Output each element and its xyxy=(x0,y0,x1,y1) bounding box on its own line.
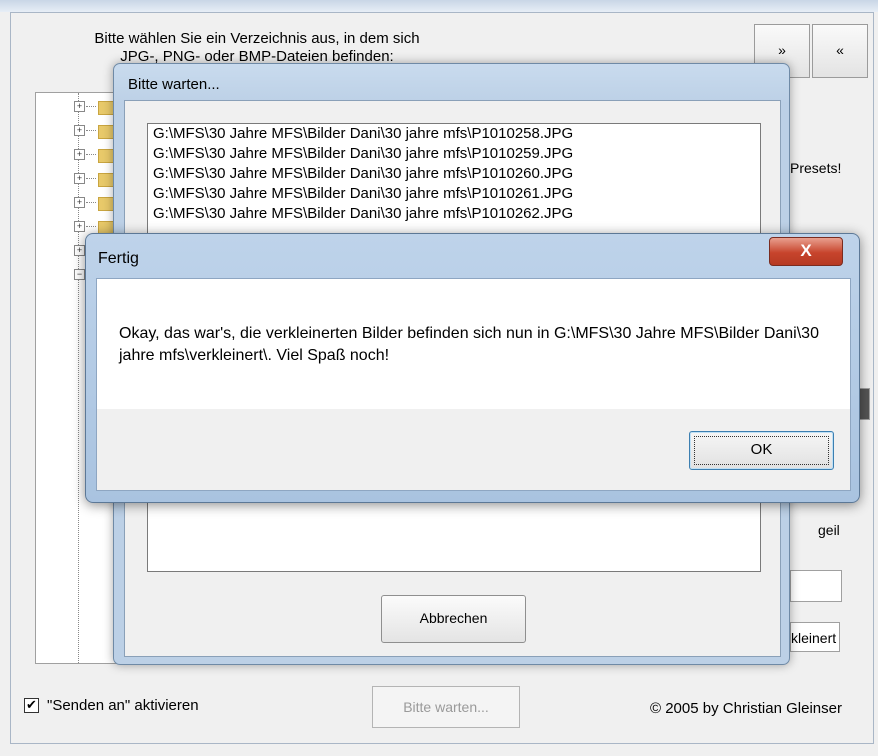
copyright-text: © 2005 by Christian Gleinser xyxy=(650,700,842,717)
done-message: Okay, das war's, die verkleinerten Bilde… xyxy=(119,325,819,364)
done-dialog-body: Okay, das war's, die verkleinerten Bilde… xyxy=(96,278,851,491)
sendto-label: "Senden an" aktivieren xyxy=(47,697,199,714)
wait-dialog-title: Bitte warten... xyxy=(128,76,220,93)
list-item[interactable]: G:\MFS\30 Jahre MFS\Bilder Dani\30 jahre… xyxy=(148,204,760,224)
message-area: Okay, das war's, die verkleinerten Bilde… xyxy=(97,279,850,409)
instructions-line-1: Bitte wählen Sie ein Verzeichnis aus, in… xyxy=(94,30,420,47)
tree-dots xyxy=(86,202,96,203)
abort-button[interactable]: Abbrechen xyxy=(381,595,526,643)
expand-plus-icon[interactable]: + xyxy=(74,197,85,208)
collapse-minus-icon[interactable]: − xyxy=(74,269,85,280)
title-bar-strip xyxy=(0,0,878,12)
presets-label: Presets! xyxy=(790,160,842,176)
tree-dots xyxy=(86,154,96,155)
expand-plus-icon[interactable]: + xyxy=(74,221,85,232)
sendto-option[interactable]: ✔ "Senden an" aktivieren xyxy=(24,697,199,714)
wait-button: Bitte warten... xyxy=(372,686,520,728)
tree-dots xyxy=(86,106,96,107)
tree-dots xyxy=(86,130,96,131)
tree-dots xyxy=(86,226,96,227)
list-item[interactable]: G:\MFS\30 Jahre MFS\Bilder Dani\30 jahre… xyxy=(148,144,760,164)
back-button[interactable]: « xyxy=(812,24,868,78)
tree-dots xyxy=(86,178,96,179)
list-item[interactable]: G:\MFS\30 Jahre MFS\Bilder Dani\30 jahre… xyxy=(148,124,760,144)
list-item[interactable]: G:\MFS\30 Jahre MFS\Bilder Dani\30 jahre… xyxy=(148,184,760,204)
done-dialog: Fertig X Okay, das war's, die verkleiner… xyxy=(85,233,860,503)
expand-plus-icon[interactable]: + xyxy=(74,173,85,184)
expand-plus-icon[interactable]: + xyxy=(74,125,85,136)
expand-plus-icon[interactable]: + xyxy=(74,245,85,256)
geil-label: geil xyxy=(818,522,840,538)
expand-plus-icon[interactable]: + xyxy=(74,149,85,160)
ok-button[interactable]: OK xyxy=(689,431,834,470)
sendto-checkbox[interactable]: ✔ xyxy=(24,698,39,713)
close-icon[interactable]: X xyxy=(769,237,843,266)
folder-instructions: Bitte wählen Sie ein Verzeichnis aus, in… xyxy=(47,30,467,66)
kleinert-field[interactable]: kleinert xyxy=(790,622,840,652)
done-dialog-title: Fertig xyxy=(98,250,139,267)
list-item[interactable]: G:\MFS\30 Jahre MFS\Bilder Dani\30 jahre… xyxy=(148,164,760,184)
expand-plus-icon[interactable]: + xyxy=(74,101,85,112)
focus-rect xyxy=(694,436,829,465)
side-input[interactable] xyxy=(790,570,842,602)
